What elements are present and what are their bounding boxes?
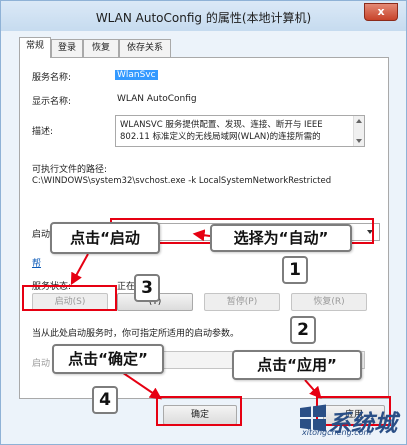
description-box[interactable]: WLANSVC 服务提供配置、发现、连接、断开与 IEEE 802.11 标准定… [115, 115, 365, 147]
tab-logon[interactable]: 登录 [51, 39, 83, 57]
display-name-value[interactable]: WLAN AutoConfig [117, 94, 197, 104]
callout-click-start: 点击“启动 [50, 222, 160, 254]
service-name-value[interactable]: WlanSvc [115, 70, 158, 80]
exe-path-value: C:\WINDOWS\system32\svchost.exe -k Local… [32, 176, 332, 186]
exe-path-label: 可执行文件的路径: [32, 165, 108, 175]
step-2-badge: 2 [290, 316, 316, 344]
description-label: 描述: [32, 127, 54, 137]
scroll-down-icon[interactable] [356, 139, 362, 143]
start-params-label: 启动 [32, 359, 51, 369]
description-text: WLANSVC 服务提供配置、发现、连接、断开与 IEEE 802.11 标准定… [120, 120, 323, 142]
tab-dependencies[interactable]: 依存关系 [119, 39, 171, 57]
step-4-badge: 4 [92, 386, 118, 414]
tab-recovery[interactable]: 恢复 [83, 39, 119, 57]
step-1-badge: 1 [282, 256, 308, 284]
close-icon: x [377, 5, 385, 18]
step-3-badge: 3 [134, 274, 160, 302]
start-button-highlight [22, 285, 117, 311]
pause-button[interactable]: 暂停(P) [204, 293, 280, 311]
window-title: WLAN AutoConfig 的属性(本地计算机) [95, 11, 312, 25]
start-params-hint: 当从此处启动服务时，你可指定所适用的启动参数。 [32, 329, 240, 339]
display-name-label: 显示名称: [32, 97, 72, 107]
callout-click-ok: 点击“确定” [52, 344, 164, 374]
description-scrollbar[interactable] [353, 116, 364, 146]
title-bar[interactable]: WLAN AutoConfig 的属性(本地计算机) x [1, 1, 406, 31]
close-button[interactable]: x [364, 3, 398, 21]
help-link[interactable]: 帮 [32, 256, 41, 269]
ok-button-highlight [156, 396, 242, 426]
callout-click-apply: 点击“应用” [232, 350, 362, 380]
service-name-label: 服务名称: [32, 73, 72, 83]
watermark-sub: xitongcheng.com [302, 428, 372, 437]
scroll-up-icon[interactable] [356, 119, 362, 123]
tab-general[interactable]: 常规 [19, 37, 51, 58]
callout-select-auto: 选择为“自动” [210, 224, 352, 252]
resume-button[interactable]: 恢复(R) [291, 293, 367, 311]
watermark: 系统城 xitongcheng.com [292, 402, 402, 442]
